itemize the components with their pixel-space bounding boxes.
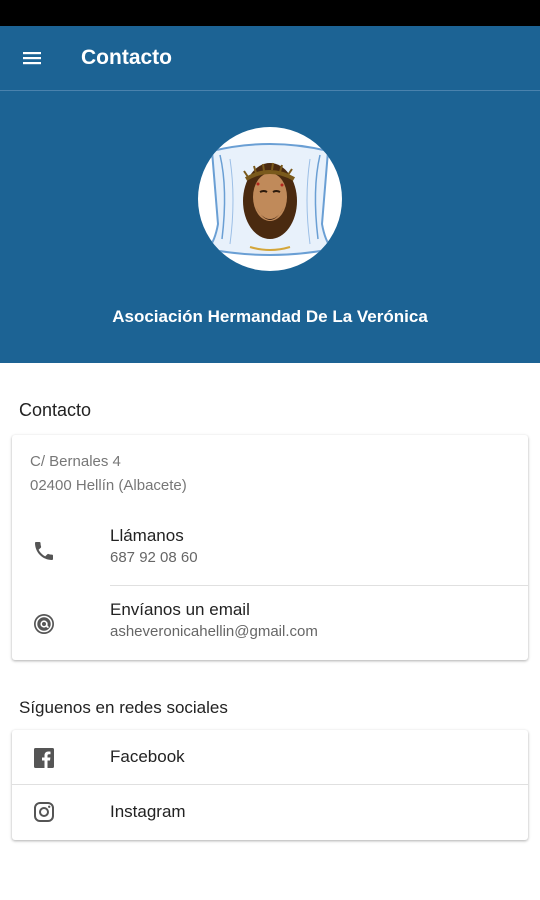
header-banner: Asociación Hermandad De La Verónica [0,91,540,363]
at-sign-icon [34,614,54,634]
social-card: Facebook Instagram [12,730,528,840]
instagram-icon [34,802,54,822]
instagram-label: Instagram [110,802,186,821]
menu-icon [23,52,41,65]
email-label: Envíanos un email [110,600,250,619]
phone-icon [35,542,53,560]
organization-name: Asociación Hermandad De La Verónica [112,307,428,326]
contact-card: C/ Bernales 4 02400 Hellín (Albacete) Ll… [12,435,528,660]
status-bar [0,0,540,26]
facebook-icon [34,748,54,768]
facebook-row[interactable]: Facebook [12,730,528,784]
facebook-label: Facebook [110,747,185,766]
address-line-1: C/ Bernales 4 [30,453,121,470]
social-section-title: Síguenos en redes sociales [19,698,228,717]
phone-number: 687 92 08 60 [110,549,198,566]
address-line-2: 02400 Hellín (Albacete) [30,477,187,494]
app-bar: Contacto [0,26,540,91]
phone-row[interactable]: Llámanos 687 92 08 60 [12,513,528,585]
email-row[interactable]: Envíanos un email asheveronicahellin@gma… [12,586,528,660]
contact-section-title: Contacto [19,400,92,420]
address: C/ Bernales 4 02400 Hellín (Albacete) [30,450,187,498]
email-address: asheveronicahellin@gmail.com [110,623,318,640]
menu-button[interactable] [0,26,64,90]
page-title: Contacto [81,46,172,69]
phone-label: Llámanos [110,526,184,545]
instagram-row[interactable]: Instagram [12,785,528,840]
veronica-logo [198,127,342,271]
